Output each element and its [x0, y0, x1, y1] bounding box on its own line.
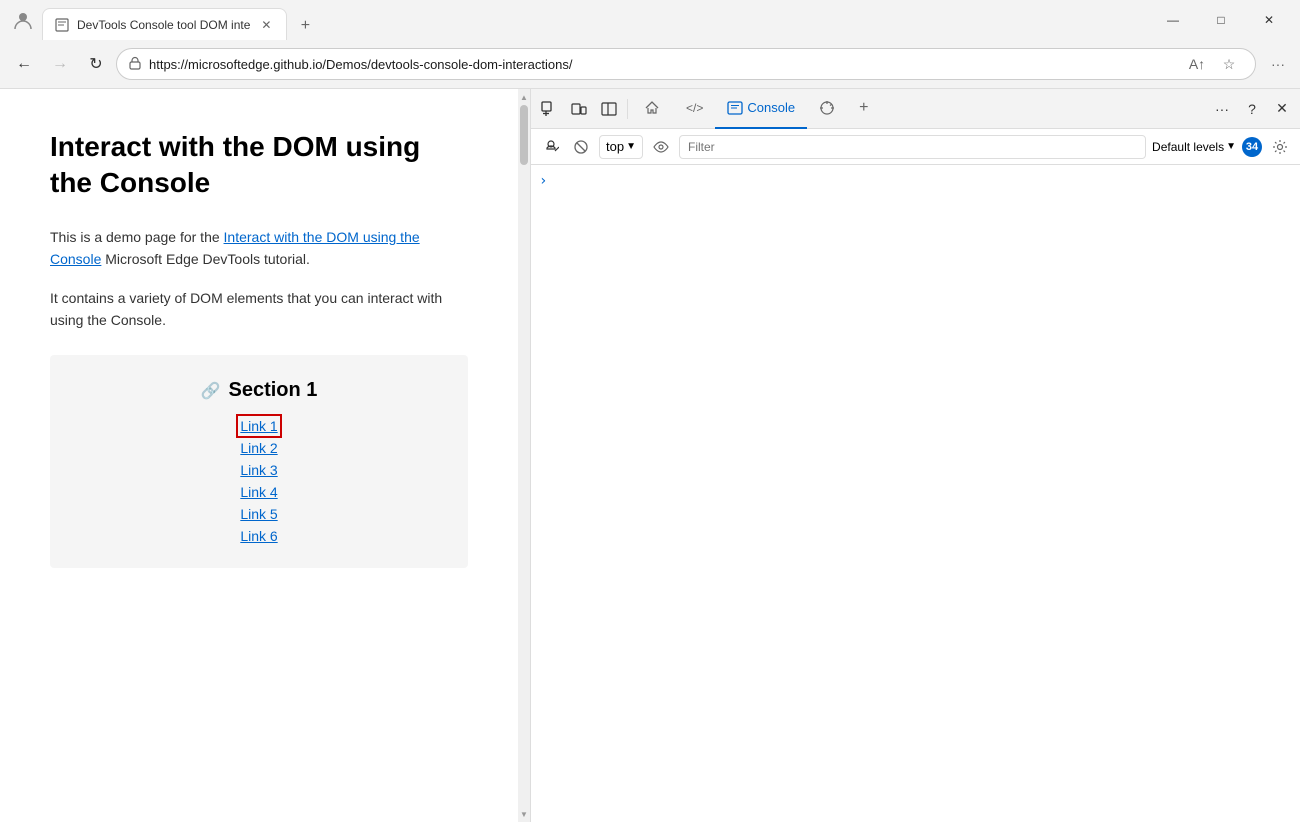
paragraph-2: It contains a variety of DOM elements th… [50, 287, 468, 332]
clear-console-button[interactable] [539, 135, 563, 159]
browser-window: DevTools Console tool DOM inte ✕ + — □ ✕… [0, 0, 1300, 822]
title-bar: DevTools Console tool DOM inte ✕ + — □ ✕ [0, 0, 1300, 40]
context-label: top [606, 139, 624, 154]
tabs-area: DevTools Console tool DOM inte ✕ + [42, 0, 1150, 40]
scrollbar-track[interactable] [518, 105, 530, 806]
profile-icon[interactable] [8, 5, 38, 35]
page-scrollbar[interactable]: ▲ ▼ [518, 89, 530, 822]
section-link-5[interactable]: Link 5 [240, 506, 277, 522]
lock-icon [129, 56, 141, 73]
block-icon-button[interactable] [569, 135, 593, 159]
section-1-box: 🔗 Section 1 Link 1 Link 2 Link 3 Link 4 … [50, 355, 468, 568]
eye-button[interactable] [649, 135, 673, 159]
section-link-icon: 🔗 [201, 381, 221, 401]
console-prompt-line[interactable]: › [531, 169, 1300, 193]
toggle-panel-button[interactable] [595, 95, 623, 123]
section-link-3[interactable]: Link 3 [240, 462, 277, 478]
close-button[interactable]: ✕ [1246, 4, 1292, 36]
main-area: Interact with the DOM using the Console … [0, 88, 1300, 822]
address-bar[interactable]: https://microsoftedge.github.io/Demos/de… [116, 48, 1256, 80]
scrollbar-up-arrow[interactable]: ▲ [518, 89, 530, 105]
devtools-actions: ··· ? ✕ [1208, 95, 1296, 123]
levels-label: Default levels [1152, 140, 1224, 154]
section-1-title: 🔗 Section 1 [201, 379, 318, 402]
toolbar-separator [627, 99, 628, 119]
section-link-2[interactable]: Link 2 [240, 440, 277, 456]
address-actions: A↑ ☆ [1183, 50, 1243, 78]
tab-title: DevTools Console tool DOM inte [77, 18, 250, 32]
new-tab-button[interactable]: + [291, 12, 319, 40]
console-toolbar: top ▼ Default levels ▼ 34 [531, 129, 1300, 165]
context-dropdown-arrow: ▼ [626, 141, 636, 152]
refresh-button[interactable]: ↻ [80, 48, 112, 80]
tab-favicon-icon [55, 18, 69, 32]
section-link-6[interactable]: Link 6 [240, 528, 277, 544]
scrollbar-down-arrow[interactable]: ▼ [518, 806, 530, 822]
section-link-1[interactable]: Link 1 [240, 418, 277, 434]
browser-tab[interactable]: DevTools Console tool DOM inte ✕ [42, 8, 287, 40]
tab-add[interactable]: + [847, 89, 880, 129]
paragraph-1: This is a demo page for the Interact wit… [50, 226, 468, 271]
device-toolbar-button[interactable] [565, 95, 593, 123]
tab-home[interactable] [632, 89, 674, 129]
section-link-4[interactable]: Link 4 [240, 484, 277, 500]
console-settings-button[interactable] [1268, 135, 1292, 159]
tab-close-button[interactable]: ✕ [258, 17, 274, 33]
devtools-close-button[interactable]: ✕ [1268, 95, 1296, 123]
forward-button[interactable]: → [44, 48, 76, 80]
minimize-button[interactable]: — [1150, 4, 1196, 36]
levels-arrow-icon: ▼ [1226, 141, 1236, 152]
scrollbar-thumb[interactable] [520, 105, 528, 165]
devtools-panel: </> Console [530, 89, 1300, 822]
message-count: 34 [1242, 137, 1262, 157]
inspect-element-button[interactable] [535, 95, 563, 123]
tab-console-label: Console [747, 100, 795, 115]
levels-selector[interactable]: Default levels ▼ [1152, 140, 1236, 154]
context-selector[interactable]: top ▼ [599, 135, 643, 159]
more-button[interactable]: ··· [1264, 50, 1292, 78]
devtools-more-button[interactable]: ··· [1208, 95, 1236, 123]
browser-actions: ··· [1264, 50, 1292, 78]
devtools-tabs: </> Console [632, 89, 1206, 129]
tab-console[interactable]: Console [715, 89, 807, 129]
maximize-button[interactable]: □ [1198, 4, 1244, 36]
page-heading: Interact with the DOM using the Console [50, 129, 468, 202]
para1-suffix: Microsoft Edge DevTools tutorial. [101, 251, 310, 267]
favorites-button[interactable]: ☆ [1215, 50, 1243, 78]
tab-debugger[interactable] [807, 89, 847, 129]
navigation-bar: ← → ↻ https://microsoftedge.github.io/De… [0, 40, 1300, 88]
section-links: Link 1 Link 2 Link 3 Link 4 Link 5 Link … [240, 418, 277, 544]
read-aloud-button[interactable]: A↑ [1183, 50, 1211, 78]
url-text: https://microsoftedge.github.io/Demos/de… [149, 57, 1175, 72]
console-prompt-arrow[interactable]: › [539, 173, 547, 189]
para1-prefix: This is a demo page for the [50, 229, 224, 245]
tab-elements[interactable]: </> [674, 89, 715, 129]
console-output[interactable]: › [531, 165, 1300, 822]
window-controls: — □ ✕ [1150, 4, 1292, 36]
devtools-help-button[interactable]: ? [1238, 95, 1266, 123]
back-button[interactable]: ← [8, 48, 40, 80]
devtools-toolbar: </> Console [531, 89, 1300, 129]
webpage-content: Interact with the DOM using the Console … [0, 89, 518, 822]
filter-input[interactable] [679, 135, 1146, 159]
count-badge: 34 [1242, 137, 1262, 157]
